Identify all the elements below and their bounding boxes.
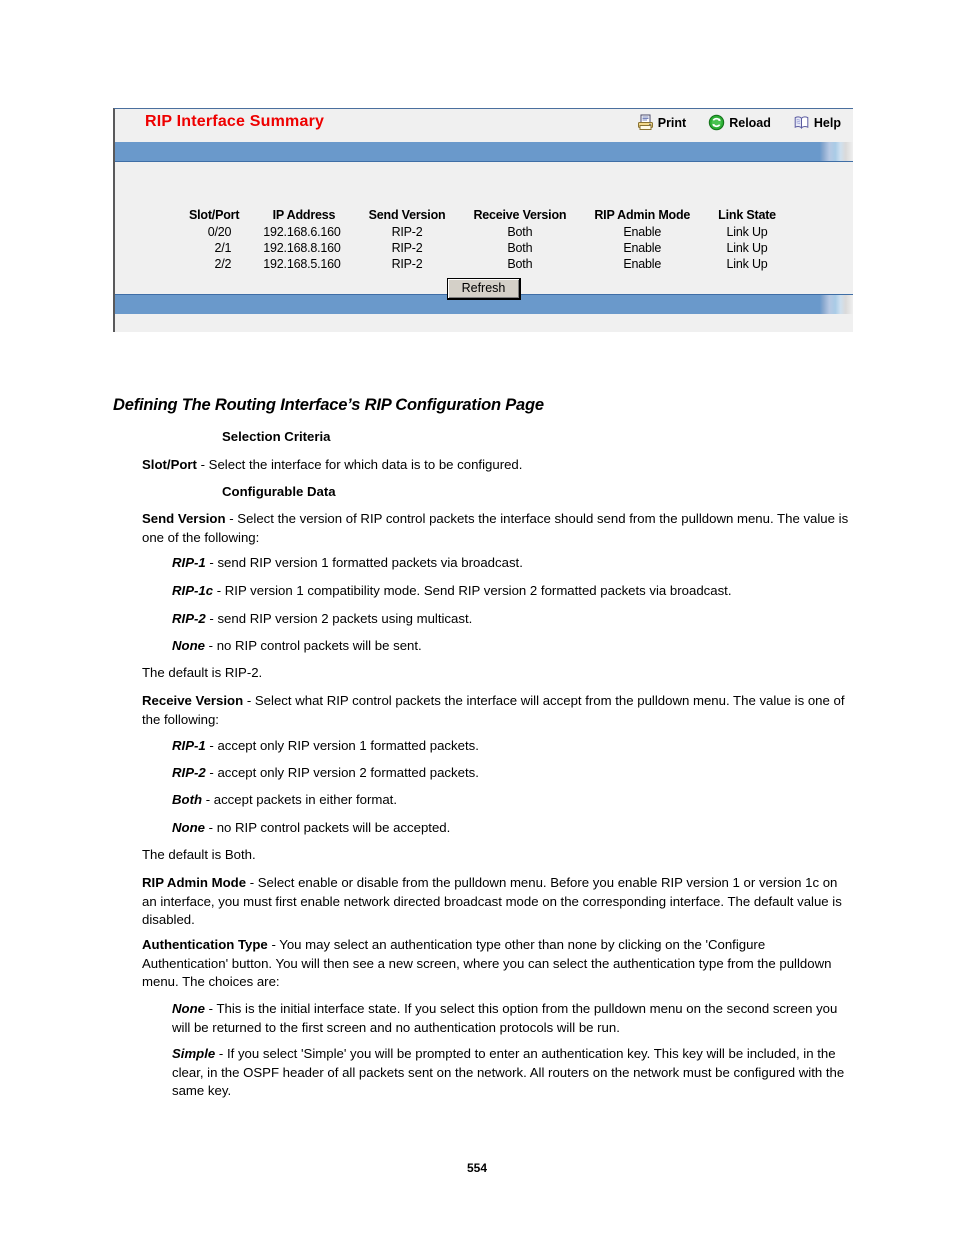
cell-rip-admin-mode: Enable [623, 257, 662, 271]
send-none-text: - no RIP control packets will be sent. [204, 638, 422, 653]
rip-interface-summary-panel: RIP Interface Summary Print Reload Help … [113, 108, 853, 332]
cell-slot-port: 2/1 [214, 241, 232, 255]
auth-simple-term: Simple [172, 1046, 216, 1061]
auth-none-text: - This is the initial interface state. I… [172, 1001, 838, 1035]
cell-link-state: Link Up [726, 225, 768, 239]
recv-none-item: None - no RIP control packets will be ac… [172, 819, 854, 838]
print-label: Print [657, 115, 687, 130]
cell-send-version: RIP-2 [391, 257, 423, 271]
cell-send-version: RIP-2 [391, 241, 423, 255]
cell-send-version: RIP-2 [391, 225, 423, 239]
panel-titlebar: RIP Interface Summary Print Reload Help [115, 109, 853, 142]
help-book-icon [793, 114, 810, 131]
panel-banner-top [115, 142, 853, 162]
recv-none-text: - no RIP control packets will be accepte… [204, 820, 451, 835]
table-row: 2/1 192.168.8.160 RIP-2 Both Enable Link… [175, 240, 790, 256]
recv-rip1-item: RIP-1 - accept only RIP version 1 format… [172, 737, 854, 756]
send-rip1-term: RIP-1 [172, 555, 206, 570]
column-header-send-version: Send Version [368, 208, 446, 222]
column-header-rip-admin-mode: RIP Admin Mode [594, 208, 691, 222]
help-label: Help [813, 115, 841, 130]
panel-content: Slot/Port IP Address Send Version Receiv… [115, 162, 853, 300]
send-rip2-item: RIP-2 - send RIP version 2 packets using… [172, 610, 854, 629]
rip-admin-mode-paragraph: RIP Admin Mode - Select enable or disabl… [142, 874, 854, 930]
send-none-item: None - no RIP control packets will be se… [172, 637, 854, 656]
selection-criteria-heading: Selection Criteria [222, 428, 854, 447]
send-version-term: Send Version [142, 511, 226, 526]
auth-none-term: None [172, 1001, 205, 1016]
recv-both-text: - accept packets in either format. [202, 792, 397, 807]
recv-rip2-item: RIP-2 - accept only RIP version 2 format… [172, 764, 854, 783]
send-version-text: - Select the version of RIP control pack… [142, 511, 849, 545]
table-header-row: Slot/Port IP Address Send Version Receiv… [175, 208, 790, 224]
print-button[interactable]: Print [637, 114, 686, 131]
cell-link-state: Link Up [726, 241, 768, 255]
send-rip2-term: RIP-2 [172, 611, 206, 626]
auth-simple-text: - If you select 'Simple' you will be pro… [172, 1046, 845, 1098]
table-row: 2/2 192.168.5.160 RIP-2 Both Enable Link… [175, 256, 790, 272]
printer-icon [637, 114, 654, 131]
auth-none-item: None - This is the initial interface sta… [172, 1000, 854, 1037]
cell-slot-port: 2/2 [214, 257, 232, 271]
receive-version-default: The default is Both. [142, 847, 256, 862]
reload-icon [708, 114, 725, 131]
send-rip2-text: - send RIP version 2 packets using multi… [205, 611, 473, 626]
recv-rip2-text: - accept only RIP version 2 formatted pa… [205, 765, 479, 780]
slot-port-text: - Select the interface for which data is… [196, 457, 523, 472]
cell-receive-version: Both [507, 225, 533, 239]
send-rip1-text: - send RIP version 1 formatted packets v… [205, 555, 523, 570]
slot-port-term: Slot/Port [142, 457, 197, 472]
cell-ip-address: 192.168.5.160 [263, 257, 341, 271]
cell-ip-address: 192.168.8.160 [263, 241, 341, 255]
configurable-data-label: Configurable Data [222, 484, 336, 499]
refresh-button[interactable]: Refresh [446, 278, 522, 300]
cell-receive-version: Both [507, 241, 533, 255]
column-header-link-state: Link State [718, 208, 776, 222]
cell-rip-admin-mode: Enable [623, 225, 662, 239]
receive-version-text: - Select what RIP control packets the in… [142, 693, 845, 727]
table-row: 0/20 192.168.6.160 RIP-2 Both Enable Lin… [175, 224, 790, 240]
rip-admin-mode-term: RIP Admin Mode [142, 875, 247, 890]
column-header-receive-version: Receive Version [473, 208, 567, 222]
send-rip1c-item: RIP-1c - RIP version 1 compatibility mod… [172, 582, 854, 601]
reload-label: Reload [729, 115, 771, 130]
slot-port-paragraph: Slot/Port - Select the interface for whi… [142, 456, 854, 475]
section-heading: Defining The Routing Interface’s RIP Con… [113, 396, 544, 414]
cell-receive-version: Both [507, 257, 533, 271]
rip-interface-summary-table: Slot/Port IP Address Send Version Receiv… [175, 208, 790, 272]
rip-admin-mode-text: - Select enable or disable from the pull… [142, 875, 842, 927]
recv-rip1-text: - accept only RIP version 1 formatted pa… [205, 738, 479, 753]
panel-toolbar: Print Reload Help [637, 114, 841, 131]
reload-button[interactable]: Reload [708, 114, 771, 131]
send-rip1-item: RIP-1 - send RIP version 1 formatted pac… [172, 554, 854, 573]
recv-rip2-term: RIP-2 [172, 765, 206, 780]
selection-criteria-label: Selection Criteria [222, 429, 331, 444]
send-version-default: The default is RIP-2. [142, 665, 263, 680]
column-header-ip-address: IP Address [272, 208, 336, 222]
cell-link-state: Link Up [726, 257, 768, 271]
recv-rip1-term: RIP-1 [172, 738, 206, 753]
refresh-button-container: Refresh [115, 278, 853, 300]
help-button[interactable]: Help [793, 114, 841, 131]
cell-slot-port: 0/20 [207, 225, 232, 239]
page-number: 554 [466, 1161, 488, 1175]
send-rip1c-text: - RIP version 1 compatibility mode. Send… [213, 583, 732, 598]
column-header-slot-port: Slot/Port [189, 208, 240, 222]
cell-rip-admin-mode: Enable [623, 241, 662, 255]
authentication-type-paragraph: Authentication Type - You may select an … [142, 936, 854, 992]
configurable-data-heading: Configurable Data [222, 483, 854, 502]
panel-title: RIP Interface Summary [145, 113, 325, 130]
recv-both-item: Both - accept packets in either format. [172, 791, 854, 810]
send-rip1c-term: RIP-1c [172, 583, 214, 598]
auth-simple-item: Simple - If you select 'Simple' you will… [172, 1045, 854, 1101]
authentication-type-term: Authentication Type [142, 937, 268, 952]
cell-ip-address: 192.168.6.160 [263, 225, 341, 239]
recv-both-term: Both [172, 792, 203, 807]
recv-none-term: None [172, 820, 205, 835]
send-version-paragraph: Send Version - Select the version of RIP… [142, 510, 854, 547]
send-none-term: None [172, 638, 205, 653]
receive-version-paragraph: Receive Version - Select what RIP contro… [142, 692, 854, 729]
receive-version-term: Receive Version [142, 693, 244, 708]
